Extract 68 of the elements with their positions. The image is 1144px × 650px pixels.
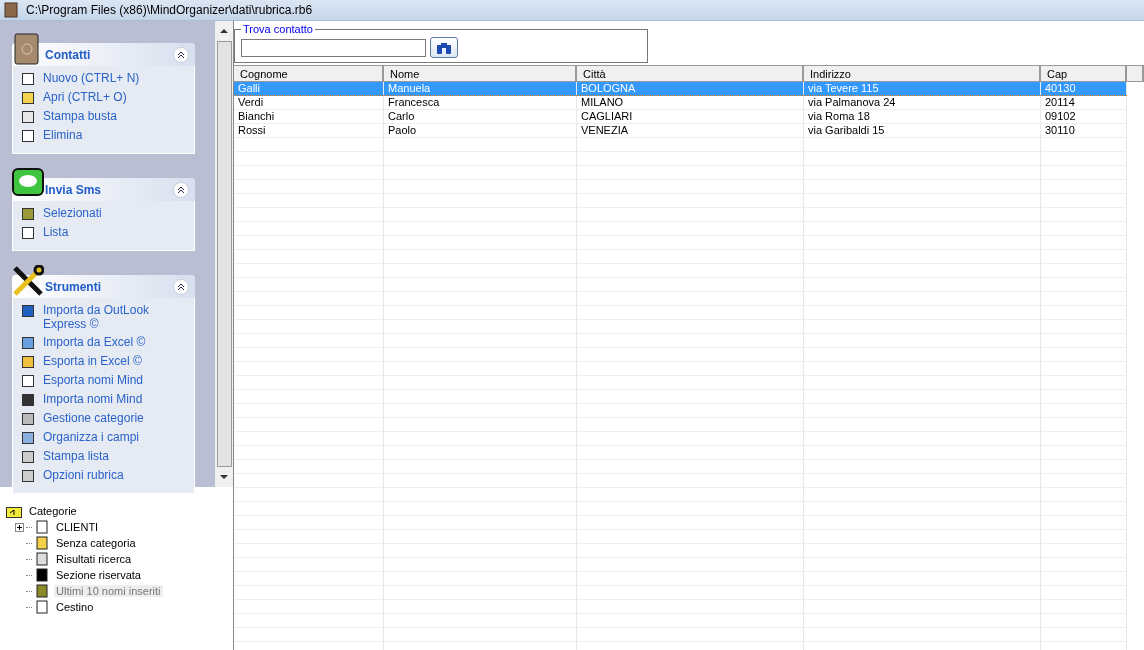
window-title: C:\Program Files (x86)\MindOrganizer\dati\rubrica.rb6: [26, 3, 313, 17]
table-cell: VENEZIA: [577, 124, 804, 137]
table-cell: via Palmanova 24: [804, 96, 1041, 109]
table-cell: BOLOGNA: [577, 82, 804, 95]
table-cell: Paolo: [384, 124, 577, 137]
table-row[interactable]: Galli Manuela BOLOGNA via Tevere 115 40130: [234, 82, 1127, 96]
tree-item[interactable]: Ultimi 10 nomi inseriti: [54, 585, 163, 597]
task-link[interactable]: Elimina: [43, 128, 83, 142]
tree-item[interactable]: CLIENTI: [54, 521, 101, 533]
tree-root-label[interactable]: Categorie: [29, 505, 77, 517]
expand-toggle[interactable]: [14, 522, 24, 532]
task-link[interactable]: Esporta in Excel ©: [43, 354, 142, 368]
task-link[interactable]: Stampa lista: [43, 449, 110, 463]
task-link[interactable]: Selezionati: [43, 206, 102, 220]
table-cell: Francesca: [384, 96, 577, 109]
task-link[interactable]: Lista: [43, 225, 69, 239]
table-cell: Galli: [234, 82, 384, 95]
book-icon: [4, 2, 18, 18]
table-row[interactable]: Verdi Francesca MILANO via Palmanova 24 20114: [234, 96, 1127, 110]
task-link[interactable]: Importa da OutLook Express ©: [43, 303, 186, 331]
chevron-icon: [177, 50, 185, 59]
table-cell: Rossi: [234, 124, 384, 137]
table-cell: CAGLIARI: [577, 110, 804, 123]
collapse-button[interactable]: [173, 181, 189, 198]
table-cell: Carlo: [384, 110, 577, 123]
table-cell: via Tevere 115: [804, 82, 1041, 95]
task-link[interactable]: Gestione categorie: [43, 411, 144, 425]
chevron-icon: [177, 282, 185, 291]
tree-item[interactable]: Cestino: [54, 601, 96, 613]
scroll-up-icon[interactable]: [220, 29, 228, 33]
panel-title: Strumenti: [45, 279, 102, 294]
table-row[interactable]: Rossi Paolo VENEZIA via Garibaldi 15 30110: [234, 124, 1127, 138]
table-cell: via Garibaldi 15: [804, 124, 1041, 137]
task-link[interactable]: Esporta nomi Mind: [43, 373, 144, 387]
table-cell: Bianchi: [234, 110, 384, 123]
task-link[interactable]: Opzioni rubrica: [43, 468, 124, 482]
task-link[interactable]: Importa da Excel ©: [43, 335, 146, 349]
address-book-icon: [12, 33, 40, 65]
task-link[interactable]: Organizza i campi: [43, 430, 140, 444]
task-link[interactable]: Apri (CTRL+ O): [43, 90, 127, 104]
collapse-button[interactable]: [173, 278, 189, 295]
table-cell: via Roma 18: [804, 110, 1041, 123]
table-cell: 09102: [1041, 110, 1127, 123]
plus-icon: [16, 524, 22, 530]
chevron-icon: [177, 185, 185, 194]
collapse-button[interactable]: [173, 46, 189, 63]
tools-icon: [12, 265, 44, 297]
table-cell: 20114: [1041, 96, 1127, 109]
search-button[interactable]: [430, 37, 458, 58]
chat-bubble-icon: [12, 168, 44, 198]
task-link[interactable]: Importa nomi Mind: [43, 392, 143, 406]
tree-item[interactable]: Senza categoria: [54, 537, 138, 549]
table-cell: Manuela: [384, 82, 577, 95]
table-cell: 40130: [1041, 82, 1127, 95]
scroll-down-icon[interactable]: [220, 475, 228, 479]
table-row[interactable]: Bianchi Carlo CAGLIARI via Roma 18 09102: [234, 110, 1127, 124]
table-cell: MILANO: [577, 96, 804, 109]
tree-item[interactable]: Risultati ricerca: [54, 553, 134, 565]
search-field[interactable]: [241, 38, 426, 57]
table-cell: Verdi: [234, 96, 384, 109]
panel-title: Contatti: [45, 47, 92, 62]
task-link[interactable]: Stampa busta: [43, 109, 118, 123]
group-label: Trova contatto: [242, 23, 314, 35]
tree-item[interactable]: Sezione riservata: [54, 569, 143, 581]
panel-title: Invia Sms: [45, 182, 103, 197]
table-cell: 30110: [1041, 124, 1127, 137]
scrollbar[interactable]: [215, 21, 233, 487]
task-link[interactable]: Nuovo (CTRL+ N): [43, 71, 140, 85]
